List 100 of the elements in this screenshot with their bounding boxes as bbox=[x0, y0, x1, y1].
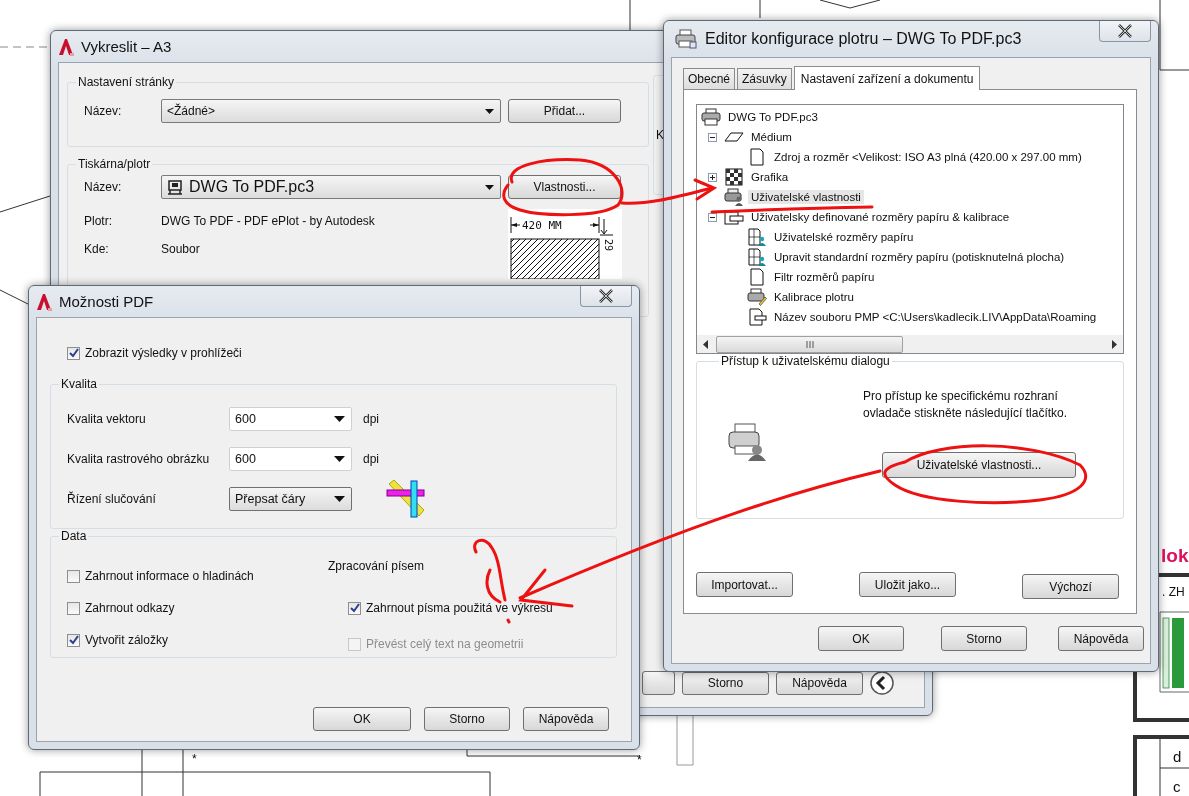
defaults-button[interactable]: Výchozí bbox=[1022, 574, 1119, 599]
close-button[interactable] bbox=[1099, 21, 1151, 42]
checkbox[interactable] bbox=[67, 601, 80, 615]
window-title: Editor konfigurace plotru – DWG To PDF.pc3 bbox=[705, 30, 1022, 48]
checkbox-option[interactable]: Vytvořit záložky bbox=[67, 633, 328, 647]
table-cell: c bbox=[1173, 778, 1181, 795]
tree-item[interactable]: Médium bbox=[748, 130, 795, 144]
group-label: K bbox=[656, 128, 664, 142]
plotter-value: DWG To PDF - PDF ePlot - by Autodesk bbox=[161, 214, 375, 228]
expander-icon[interactable] bbox=[708, 172, 717, 182]
checkbox[interactable] bbox=[67, 346, 80, 360]
caret-icon bbox=[334, 416, 345, 422]
quality-dropdown[interactable]: 600 bbox=[229, 407, 352, 431]
ok-button[interactable]: OK bbox=[818, 626, 904, 651]
table-cell: d bbox=[1173, 748, 1182, 765]
apply-button[interactable] bbox=[642, 671, 675, 695]
field-label: Řízení slučování bbox=[67, 492, 157, 506]
field-label: Kde: bbox=[84, 242, 110, 256]
help-button[interactable]: Nápověda bbox=[523, 707, 609, 731]
save-as-button[interactable]: Uložit jako... bbox=[859, 572, 956, 597]
properties-button[interactable]: Vlastnosti... bbox=[508, 175, 621, 199]
close-button[interactable] bbox=[580, 286, 632, 307]
asterisk-mark: * bbox=[192, 752, 197, 766]
add-button[interactable]: Přidat... bbox=[508, 99, 621, 123]
printer-user-icon bbox=[727, 422, 767, 462]
drawing-label: . ZH bbox=[1162, 585, 1185, 599]
collapse-icon[interactable] bbox=[870, 671, 894, 695]
group-label: Data bbox=[60, 529, 88, 543]
page-user-icon bbox=[747, 248, 767, 266]
caret-icon bbox=[485, 108, 494, 114]
checkbox-option[interactable]: Zobrazit výsledky v prohlížeči bbox=[67, 346, 617, 360]
checkbox-option[interactable]: Zahrnout informace o hladinách bbox=[67, 569, 328, 583]
field-label: Kvalita rastrového obrázku bbox=[67, 452, 211, 466]
merge-control-dropdown[interactable]: Přepsat čáry bbox=[229, 487, 352, 511]
tree-item[interactable]: Filtr rozměrů papíru bbox=[771, 270, 878, 284]
cancel-button[interactable]: Storno bbox=[941, 626, 1027, 651]
expander-icon[interactable] bbox=[708, 212, 717, 222]
custom-properties-button[interactable]: Uživatelské vlastnosti... bbox=[882, 452, 1076, 478]
group-label: Kvalita bbox=[60, 377, 99, 391]
app-logo-icon bbox=[36, 292, 52, 311]
cancel-button[interactable]: Storno bbox=[682, 671, 769, 695]
unit-label: dpi bbox=[363, 412, 379, 426]
check-icon bbox=[68, 348, 79, 358]
caret-icon bbox=[334, 496, 345, 502]
description-text: Pro přístup ke specifickému rozhraní ovladače stiskněte následující tlačítko. bbox=[863, 388, 1069, 422]
quality-dropdown[interactable]: 600 bbox=[229, 447, 352, 471]
checkbox-option[interactable]: Zahrnout odkazy bbox=[67, 601, 328, 615]
printer-icon bbox=[675, 29, 697, 49]
left-arrow-icon[interactable] bbox=[703, 339, 708, 349]
tab[interactable]: Obecné bbox=[683, 68, 736, 89]
import-button[interactable]: Importovat... bbox=[696, 572, 793, 597]
checkbox[interactable] bbox=[67, 569, 80, 583]
paper-preview-drawing: 420 MM 29 bbox=[508, 209, 622, 279]
field-label: Název: bbox=[84, 180, 123, 194]
help-button[interactable]: Nápověda bbox=[776, 671, 863, 695]
printer-dropdown[interactable]: DWG To PDF.pc3 bbox=[161, 175, 501, 199]
checkbox[interactable] bbox=[67, 633, 80, 647]
field-label: Plotr: bbox=[84, 214, 113, 228]
field-label: Název: bbox=[84, 104, 123, 118]
printer-icon bbox=[701, 108, 721, 126]
tab[interactable]: Zásuvky bbox=[737, 68, 792, 89]
field-label: Kvalita vektoru bbox=[67, 412, 147, 426]
tree-item[interactable]: Uživatelské rozměry papíru bbox=[771, 230, 917, 244]
checkbox[interactable] bbox=[348, 601, 361, 615]
document-icon bbox=[747, 308, 767, 326]
caret-icon bbox=[334, 456, 345, 462]
page-icon bbox=[747, 148, 767, 166]
window-title: Vykreslit – A3 bbox=[81, 38, 172, 55]
tree-item[interactable]: Uživatelsky definované rozměry papíru & kalibrace bbox=[748, 210, 1013, 224]
checkerboard-icon bbox=[724, 168, 744, 186]
stamp-drawing bbox=[1162, 617, 1184, 689]
section-heading: Zpracování písem bbox=[328, 559, 426, 573]
close-icon bbox=[598, 289, 614, 303]
unit-label: dpi bbox=[363, 452, 379, 466]
horizontal-scrollbar[interactable] bbox=[697, 335, 1123, 353]
tree-item[interactable]: Uživatelské vlastnosti bbox=[748, 190, 864, 204]
asterisk-mark: * bbox=[637, 753, 642, 767]
expander-icon[interactable] bbox=[708, 132, 717, 142]
right-arrow-icon[interactable] bbox=[1112, 339, 1117, 349]
printer-pencil-icon bbox=[747, 288, 767, 306]
help-button[interactable]: Nápověda bbox=[1058, 626, 1144, 651]
ok-button[interactable]: OK bbox=[313, 707, 411, 731]
overlapping-lines-icon bbox=[386, 479, 426, 519]
group-label: Tiskárna/plotr bbox=[77, 157, 152, 171]
checkbox-option[interactable]: Zahrnout písma použitá ve výkresu bbox=[348, 601, 553, 615]
close-icon bbox=[1117, 24, 1133, 38]
page-setup-dropdown[interactable]: <Žádné> bbox=[161, 99, 501, 123]
group-label: Přístup k uživatelskému dialogu bbox=[720, 354, 891, 368]
grip-icon bbox=[805, 340, 814, 348]
printer-user-icon bbox=[724, 188, 744, 206]
tab[interactable]: Nastavení zařízení a dokumentu bbox=[793, 66, 981, 90]
check-icon bbox=[68, 635, 79, 645]
tree-item[interactable]: Grafika bbox=[748, 170, 792, 184]
tree-item[interactable]: DWG To PDF.pc3 bbox=[725, 110, 821, 124]
check-icon bbox=[349, 603, 360, 613]
tree-item[interactable]: Zdroj a rozměr <Velikost: ISO A3 plná (420.00 x 297.00 mm) bbox=[771, 150, 1085, 164]
tree-item[interactable]: Kalibrace plotru bbox=[771, 290, 857, 304]
tree-item[interactable]: Upravit standardní rozměry papíru (potisknutelná plocha) bbox=[771, 250, 1068, 264]
cancel-button[interactable]: Storno bbox=[424, 707, 510, 731]
tree-item[interactable]: Název souboru PMP <C:\Users\kadlecik.LIV\AppData\Roaming bbox=[771, 310, 1100, 324]
